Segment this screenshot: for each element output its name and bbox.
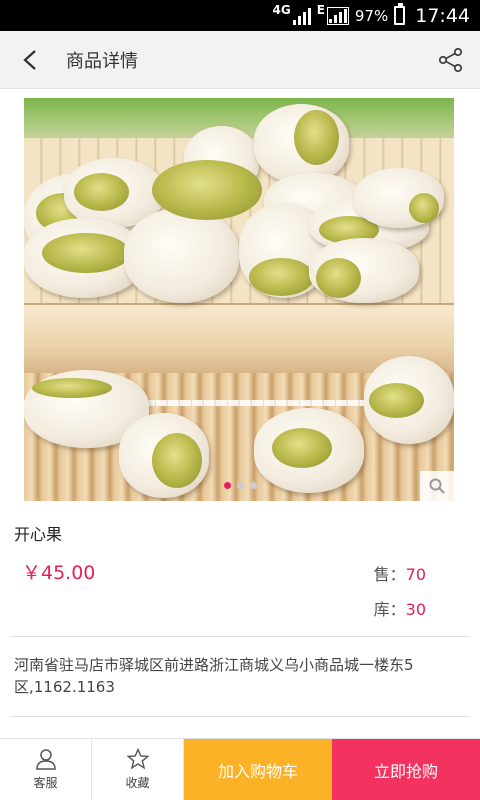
product-name: 开心果 bbox=[14, 525, 63, 544]
pistachio-kernel bbox=[316, 258, 361, 298]
chevron-left-icon bbox=[23, 49, 36, 70]
battery-icon bbox=[394, 3, 406, 25]
favorite-label: 收藏 bbox=[125, 776, 150, 790]
pistachio-kernel bbox=[249, 258, 314, 296]
customer-service-button[interactable]: 客服 bbox=[0, 739, 92, 800]
clock: 17:44 bbox=[415, 4, 470, 27]
sold-count: 售：70 bbox=[374, 561, 426, 585]
favorite-button[interactable]: 收藏 bbox=[92, 739, 184, 800]
app-header: 商品详情 bbox=[0, 31, 480, 89]
network-type: 4G bbox=[272, 3, 291, 17]
pistachio-kernel bbox=[74, 173, 129, 211]
stock-label: 库： bbox=[373, 600, 406, 619]
divider bbox=[10, 716, 470, 717]
pistachio-kernel bbox=[409, 193, 439, 223]
pistachio-kernel bbox=[272, 428, 332, 468]
battery-percent: 97% bbox=[354, 6, 389, 25]
page-dot[interactable] bbox=[250, 482, 257, 489]
store-address: 河南省驻马店市驿城区前进路浙江商城义乌小商品城一楼东5区,1162.1163 bbox=[14, 656, 414, 696]
pistachio-kernel bbox=[42, 233, 130, 273]
divider bbox=[10, 636, 470, 637]
add-to-cart-button[interactable]: 加入购物车 bbox=[184, 739, 332, 800]
signal-icon-2 bbox=[326, 6, 349, 25]
back-button[interactable] bbox=[0, 31, 60, 89]
pistachio-kernel bbox=[369, 383, 424, 418]
page-dot[interactable] bbox=[224, 482, 231, 489]
buy-now-button[interactable]: 立即抢购 bbox=[332, 739, 480, 800]
sold-value: 70 bbox=[405, 565, 426, 584]
page-dot[interactable] bbox=[237, 482, 244, 489]
stock-value: 30 bbox=[405, 600, 426, 619]
status-bar: 4G E 97% 17:44 bbox=[0, 0, 480, 31]
signal-icon bbox=[292, 7, 311, 25]
pistachio-kernel bbox=[294, 110, 339, 165]
pistachio-kernel bbox=[32, 378, 112, 398]
gallery-pagination bbox=[224, 482, 257, 489]
pistachio-kernel bbox=[152, 433, 202, 488]
stock-count: 库：30 bbox=[374, 596, 426, 620]
pistachio-kernel bbox=[152, 160, 262, 220]
bottom-action-bar: 客服 收藏 加入购物车 立即抢购 bbox=[0, 738, 480, 800]
customer-service-label: 客服 bbox=[33, 776, 58, 790]
data-type: E bbox=[316, 3, 325, 17]
share-icon[interactable] bbox=[438, 47, 464, 73]
zoom-button[interactable] bbox=[420, 471, 454, 501]
sold-label: 售： bbox=[373, 565, 406, 584]
product-image[interactable] bbox=[24, 98, 454, 501]
person-icon bbox=[35, 749, 56, 770]
pistachio bbox=[124, 208, 239, 303]
page-title: 商品详情 bbox=[66, 50, 138, 72]
star-icon bbox=[126, 748, 149, 770]
product-price: ￥45.00 bbox=[22, 562, 96, 584]
search-icon bbox=[429, 478, 445, 494]
